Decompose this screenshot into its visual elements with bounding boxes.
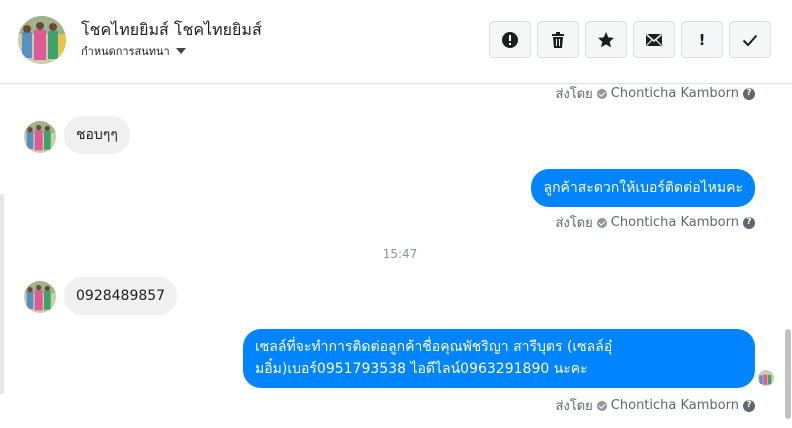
agent-name[interactable]: Chonticha Kamborn	[611, 86, 739, 101]
outgoing-message[interactable]: เซลล์ที่จะทำการติดต่อลูกค้าชื่อคุณพัชริญ…	[243, 329, 755, 388]
contact-avatar-small[interactable]	[24, 281, 56, 313]
message-line: เซลล์ที่จะทำการติดต่อลูกค้าชื่อคุณพัชริญ…	[255, 339, 613, 355]
contact-avatar-small[interactable]	[24, 121, 56, 153]
checkmark-icon	[742, 34, 758, 46]
seen-indicator-avatar	[758, 370, 774, 386]
sent-by-info: ส่งโดย Chonticha Kamborn ?	[555, 395, 755, 416]
mark-spam-button[interactable]	[489, 21, 531, 58]
sent-by-label: ส่งโดย	[555, 216, 593, 231]
mark-unread-button[interactable]	[633, 21, 675, 58]
profile-photo-icon	[758, 370, 774, 386]
follow-up-button[interactable]: !	[681, 21, 723, 58]
sent-by-label: ส่งโดย	[555, 399, 593, 414]
profile-photo-icon	[24, 281, 56, 313]
contact-avatar[interactable]	[18, 16, 66, 64]
profile-photo-icon	[18, 16, 66, 64]
sent-by-info: ส่งโดย Chonticha Kamborn ?	[555, 83, 755, 104]
envelope-icon	[645, 33, 663, 46]
mark-done-button[interactable]	[729, 21, 771, 58]
verified-check-icon	[596, 217, 607, 228]
trash-icon	[552, 31, 564, 48]
incoming-message[interactable]: ชอบๆๆ	[64, 116, 130, 154]
sent-by-info: ส่งโดย Chonticha Kamborn ?	[555, 212, 755, 233]
message-line: มอิ๋ม)เบอร์0951793538 ไอดีไลน์0963291890…	[255, 361, 588, 377]
star-button[interactable]	[585, 21, 627, 58]
verified-check-icon	[596, 88, 607, 99]
alert-circle-icon	[502, 31, 518, 48]
conversation-actions: !	[489, 21, 771, 58]
sent-by-label: ส่งโดย	[555, 87, 593, 102]
caret-down-icon	[175, 48, 186, 54]
agent-name[interactable]: Chonticha Kamborn	[611, 398, 739, 413]
profile-photo-icon	[24, 121, 56, 153]
panel-divider	[0, 194, 4, 394]
assign-conversation-label: กำหนดการสนทนา	[81, 45, 170, 58]
outgoing-message[interactable]: ลูกค้าสะดวกให้เบอร์ติดต่อไหมคะ	[531, 169, 755, 207]
message-thread[interactable]: ส่งโดย Chonticha Kamborn ? ชอบๆๆ ลูกค้าส…	[0, 84, 792, 428]
help-icon[interactable]: ?	[743, 87, 755, 100]
verified-check-icon	[596, 400, 607, 411]
agent-name[interactable]: Chonticha Kamborn	[611, 215, 739, 230]
exclamation-icon: !	[698, 30, 706, 49]
help-icon[interactable]: ?	[743, 399, 755, 412]
contact-name[interactable]: โชคไทยยิมส์ โชคไทยยิมส์	[81, 18, 262, 43]
star-icon	[598, 31, 614, 47]
conversation-header: โชคไทยยิมส์ โชคไทยยิมส์ กำหนดการสนทนา !	[0, 0, 792, 84]
help-icon[interactable]: ?	[743, 216, 755, 229]
assign-conversation-dropdown[interactable]: กำหนดการสนทนา	[81, 42, 186, 60]
timestamp-separator: 15:47	[382, 247, 418, 261]
incoming-message[interactable]: 0928489857	[64, 277, 178, 315]
delete-button[interactable]	[537, 21, 579, 58]
scrollbar-thumb[interactable]	[785, 329, 791, 419]
